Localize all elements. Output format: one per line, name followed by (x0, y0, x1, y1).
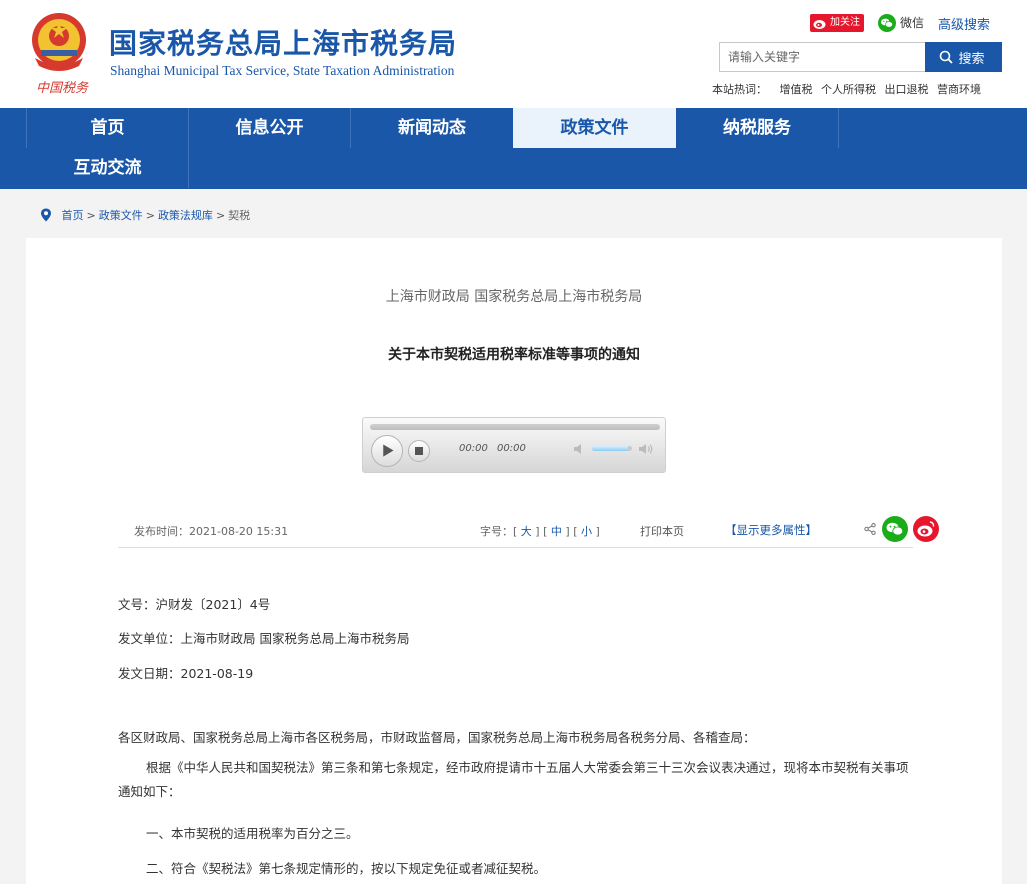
search-button[interactable]: 搜索 (925, 42, 1002, 72)
print-page-link[interactable]: 打印本页 (640, 523, 684, 539)
issuing-unit: 发文单位：上海市财政局 国家税务总局上海市税务局 (118, 631, 410, 646)
doc-number: 文号：沪财发〔2021〕4号 (118, 597, 271, 612)
location-pin-icon (41, 208, 51, 222)
breadcrumb-separator: > (215, 209, 226, 222)
search-input[interactable] (719, 42, 925, 72)
publish-time: 发布时间：2021-08-20 15:31 (134, 525, 289, 538)
wechat-icon (878, 14, 896, 32)
article-item-1: 一、本市契税的适用税率为百分之三。 (146, 826, 359, 841)
font-size-small[interactable]: 小 (581, 525, 592, 538)
stop-button[interactable] (408, 440, 430, 462)
nav-item-info-disclosure[interactable]: 信息公开 (189, 108, 350, 148)
article-meta-bar: 发布时间：2021-08-20 15:31 字号：[ 大 ] [ 中 ] [ 小… (118, 508, 939, 548)
nav-divider (838, 108, 839, 148)
volume-level (592, 446, 628, 451)
audio-current-time: 00:00 (459, 443, 488, 454)
search-button-label: 搜索 (958, 51, 985, 67)
site-subtitle: Shanghai Municipal Tax Service, State Ta… (110, 63, 455, 78)
advanced-search-link[interactable]: 高级搜索 (938, 14, 990, 33)
article-card: 上海市财政局 国家税务总局上海市税务局 关于本市契税适用税率标准等事项的通知 0… (26, 238, 1002, 884)
breadcrumb-home[interactable]: 首页 (62, 209, 84, 222)
article-item-2: 二、符合《契税法》第七条规定情形的，按以下规定免征或者减征契税。 (146, 861, 547, 876)
issue-date: 发文日期：2021-08-19 (118, 666, 254, 681)
hotword-item[interactable]: 营商环境 (937, 83, 981, 96)
weibo-follow-label: 加关注 (830, 17, 860, 28)
hotword-item[interactable]: 增值税 (780, 83, 813, 96)
site-header: 中国税务 国家税务总局上海市税务局 Shanghai Municipal Tax… (0, 0, 1027, 108)
wechat-link[interactable]: 微信 (878, 13, 924, 33)
nav-item-news[interactable]: 新闻动态 (351, 108, 513, 148)
breadcrumb-policy-documents[interactable]: 政策文件 (99, 209, 143, 222)
play-button[interactable] (371, 435, 403, 467)
nav-item-policy-documents[interactable]: 政策文件 (513, 108, 676, 148)
breadcrumb-regulations-library[interactable]: 政策法规库 (158, 209, 213, 222)
weibo-share-icon[interactable] (913, 516, 939, 542)
search-icon (939, 50, 953, 64)
wechat-share-icon[interactable] (882, 516, 908, 542)
wechat-label: 微信 (900, 16, 925, 30)
breadcrumb-separator: > (86, 209, 96, 222)
volume-mute-icon[interactable] (573, 443, 587, 455)
nav-divider (188, 148, 189, 188)
site-title[interactable]: 国家税务总局上海市税务局 (109, 22, 457, 62)
hotwords-bar: 本站热词： 增值税 个人所得税 出口退税 营商环境 (712, 81, 986, 97)
nav-item-interaction[interactable]: 互动交流 (27, 148, 188, 188)
main-nav: 首页 信息公开 新闻动态 政策文件 纳税服务 互动交流 (0, 108, 1027, 189)
font-size-label: 字号： (480, 525, 513, 538)
font-size-medium[interactable]: 中 (551, 525, 562, 538)
weibo-icon (813, 20, 826, 29)
hotword-item[interactable]: 个人所得税 (821, 83, 876, 96)
volume-slider[interactable] (592, 446, 632, 451)
weibo-follow-button[interactable]: 加关注 (810, 14, 864, 32)
breadcrumb-current: 契税 (228, 209, 251, 222)
show-more-attributes-link[interactable]: 【显示更多属性】 (725, 522, 817, 538)
hotword-item[interactable]: 出口退税 (885, 83, 929, 96)
breadcrumb-separator: > (145, 209, 155, 222)
hotwords-label: 本站热词： (712, 83, 767, 96)
audio-progress-track[interactable] (370, 424, 660, 430)
nav-item-home[interactable]: 首页 (27, 108, 188, 148)
volume-max-icon[interactable] (638, 443, 654, 455)
audio-total-time: 00:00 (497, 443, 526, 454)
article-title: 关于本市契税适用税率标准等事项的通知 (388, 347, 640, 363)
breadcrumb: 首页 > 政策文件 > 政策法规库 > 契税 (40, 207, 250, 223)
audio-player: 00:00 00:00 (362, 417, 666, 473)
nav-item-tax-services[interactable]: 纳税服务 (676, 108, 838, 148)
font-size-large[interactable]: 大 (521, 525, 532, 538)
tax-emblem-logo[interactable]: 中国税务 (29, 10, 95, 96)
share-icon[interactable] (864, 523, 876, 535)
play-icon (383, 444, 394, 457)
emblem-caption: 中国税务 (36, 81, 89, 96)
article-paragraph: 根据《中华人民共和国契税法》第三条和第七条规定，经市政府提请市十五届人大常委会第… (118, 760, 909, 799)
addressee-line: 各区财政局、国家税务总局上海市各区税务局，市财政监督局，国家税务总局上海市税务局… (118, 730, 756, 745)
article-issuer: 上海市财政局 国家税务总局上海市税务局 (385, 289, 643, 305)
font-size-control: 字号：[ 大 ] [ 中 ] [ 小 ] (480, 525, 600, 538)
